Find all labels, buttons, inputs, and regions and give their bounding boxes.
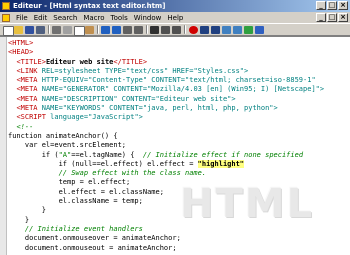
document-icon[interactable]	[2, 13, 10, 22]
find-icon[interactable]	[123, 26, 132, 34]
code-line: <!--	[16, 122, 34, 131]
code-line: if ("A"==el.tagName) { // Initialize eff…	[8, 150, 304, 159]
italic-icon[interactable]	[161, 26, 170, 34]
maximize-button[interactable]: □	[327, 1, 337, 10]
code-line: <SCRIPT language="JavaScript">	[16, 113, 143, 122]
menu-edit[interactable]: Edit	[31, 14, 51, 22]
menu-tools[interactable]: Tools	[108, 14, 131, 22]
app-icon	[2, 2, 10, 10]
doc-close-button[interactable]: ×	[338, 13, 348, 22]
window-title: Editeur - [Html syntax text editor.htm]	[13, 2, 166, 10]
code-line: // Initialize event handlers	[8, 224, 143, 233]
toolbar-separator	[184, 25, 186, 34]
undo-icon[interactable]	[101, 26, 110, 34]
bold-icon[interactable]	[150, 26, 159, 34]
open-icon[interactable]	[14, 26, 23, 34]
menu-search[interactable]: Search	[50, 14, 80, 22]
code-line: }	[8, 206, 46, 215]
save-all-icon[interactable]	[36, 26, 45, 34]
replace-icon[interactable]	[134, 26, 143, 34]
code-line: <META HTTP-EQUIV="Content-Type" CONTENT=…	[16, 76, 316, 85]
help-icon[interactable]	[255, 26, 264, 34]
toolbar-separator	[146, 25, 148, 34]
title-bar: Editeur - [Html syntax text editor.htm] …	[0, 0, 350, 12]
toolbar-separator	[48, 25, 50, 34]
minimize-button[interactable]: _	[316, 1, 326, 10]
cut-icon[interactable]	[63, 26, 72, 34]
doc-minimize-button[interactable]: _	[316, 13, 326, 22]
doc-restore-button[interactable]: □	[327, 13, 337, 22]
toolbar-separator	[97, 25, 99, 34]
code-line: if (null==el.effect) el.effect = "highli…	[8, 159, 245, 168]
code-line: <META NAME="DESCRIPTION" CONTENT="Editeu…	[16, 94, 236, 103]
goto-icon[interactable]	[233, 26, 242, 34]
redo-icon[interactable]	[112, 26, 121, 34]
save-icon[interactable]	[25, 26, 34, 34]
code-lines: <HTML> <HEAD> <TITLE>Editeur web site</T…	[8, 39, 324, 253]
code-line: temp = el.effect;	[8, 178, 131, 187]
code-line: document.onmouseover = animateAnchor;	[8, 234, 181, 243]
menu-macro[interactable]: Macro	[80, 14, 107, 22]
code-line: // Swap effect with the class name.	[8, 169, 207, 178]
code-line: function animateAnchor() {	[8, 131, 118, 140]
code-line: <TITLE>Editeur web site</TITLE>	[16, 57, 148, 66]
code-line: el.className = temp;	[8, 197, 143, 206]
code-line: <META NAME="KEYWORDS" CONTENT="java, per…	[16, 104, 278, 113]
stop-icon[interactable]	[211, 26, 220, 34]
menu-window[interactable]: Window	[131, 14, 165, 22]
code-line: el.effect = el.className;	[8, 187, 164, 196]
code-line: <HEAD>	[8, 48, 34, 57]
code-line: <HTML>	[8, 39, 34, 47]
play-icon[interactable]	[200, 26, 209, 34]
print-icon[interactable]	[52, 26, 61, 34]
editor-gutter	[0, 37, 7, 255]
underline-icon[interactable]	[172, 26, 181, 34]
copy-icon[interactable]	[74, 26, 85, 36]
close-button[interactable]: ×	[338, 1, 348, 10]
toolbar	[0, 23, 350, 36]
code-line: }	[8, 215, 30, 224]
code-line: <META NAME="GENERATOR" CONTENT="Mozilla/…	[16, 85, 325, 94]
code-editor[interactable]: HTML <HTML> <HEAD> <TITLE>Editeur web si…	[0, 36, 350, 255]
record-icon[interactable]	[189, 26, 198, 34]
code-line: var el=event.srcElement;	[8, 141, 127, 150]
code-line: <LINK REL=stylesheet TYPE="text/css" HRE…	[16, 66, 249, 75]
paste-icon[interactable]	[85, 26, 94, 34]
browser-icon[interactable]	[244, 26, 253, 34]
menu-help[interactable]: Help	[164, 14, 186, 22]
new-icon[interactable]	[3, 26, 14, 36]
bookmark-icon[interactable]	[222, 26, 231, 34]
menu-file[interactable]: File	[13, 14, 31, 22]
code-line: document.onmouseout = animateAnchor;	[8, 243, 177, 252]
menu-bar: File Edit Search Macro Tools Window Help	[0, 12, 350, 23]
